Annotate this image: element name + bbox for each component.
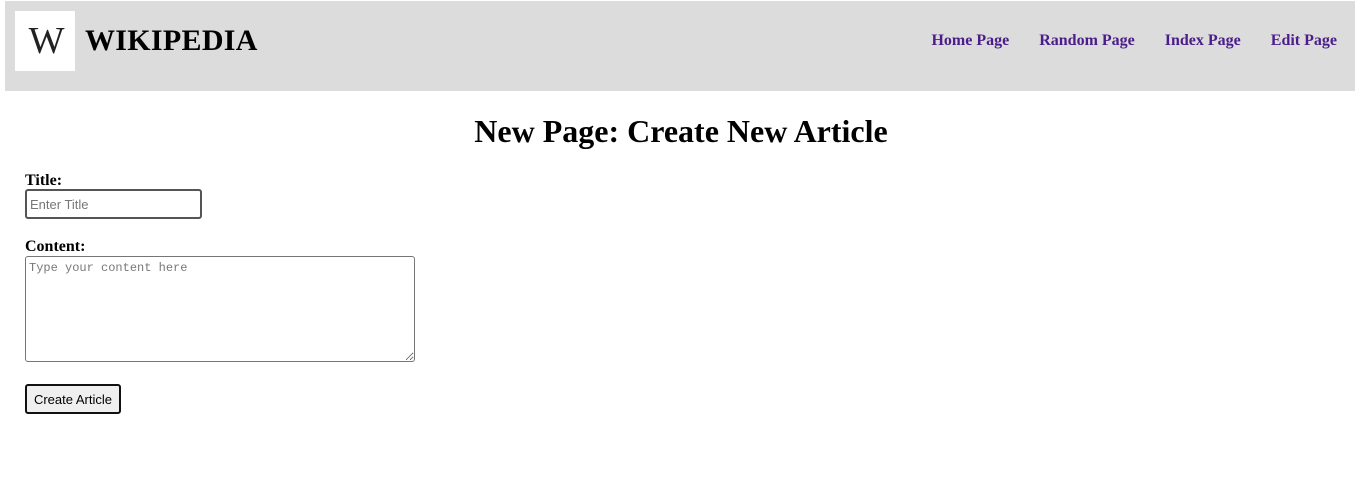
content-textarea[interactable] [25,256,415,362]
nav-link-random[interactable]: Random Page [1039,31,1135,51]
nav-link-home[interactable]: Home Page [931,31,1009,51]
site-header: W WIKIPEDIA Home Page Random Page Index … [5,1,1355,91]
title-input[interactable] [25,189,202,219]
create-article-button[interactable]: Create Article [25,384,121,414]
main-nav: Home Page Random Page Index Page Edit Pa… [931,31,1337,51]
content-label: Content: [25,238,86,255]
nav-link-edit[interactable]: Edit Page [1271,31,1337,51]
site-brand[interactable]: WIKIPEDIA [85,23,258,59]
wikipedia-logo-icon[interactable]: W [15,11,75,71]
title-label: Title: [25,172,63,189]
nav-link-index[interactable]: Index Page [1165,31,1241,51]
page-title: New Page: Create New Article [474,113,888,149]
logo-glyph: W [28,20,65,62]
